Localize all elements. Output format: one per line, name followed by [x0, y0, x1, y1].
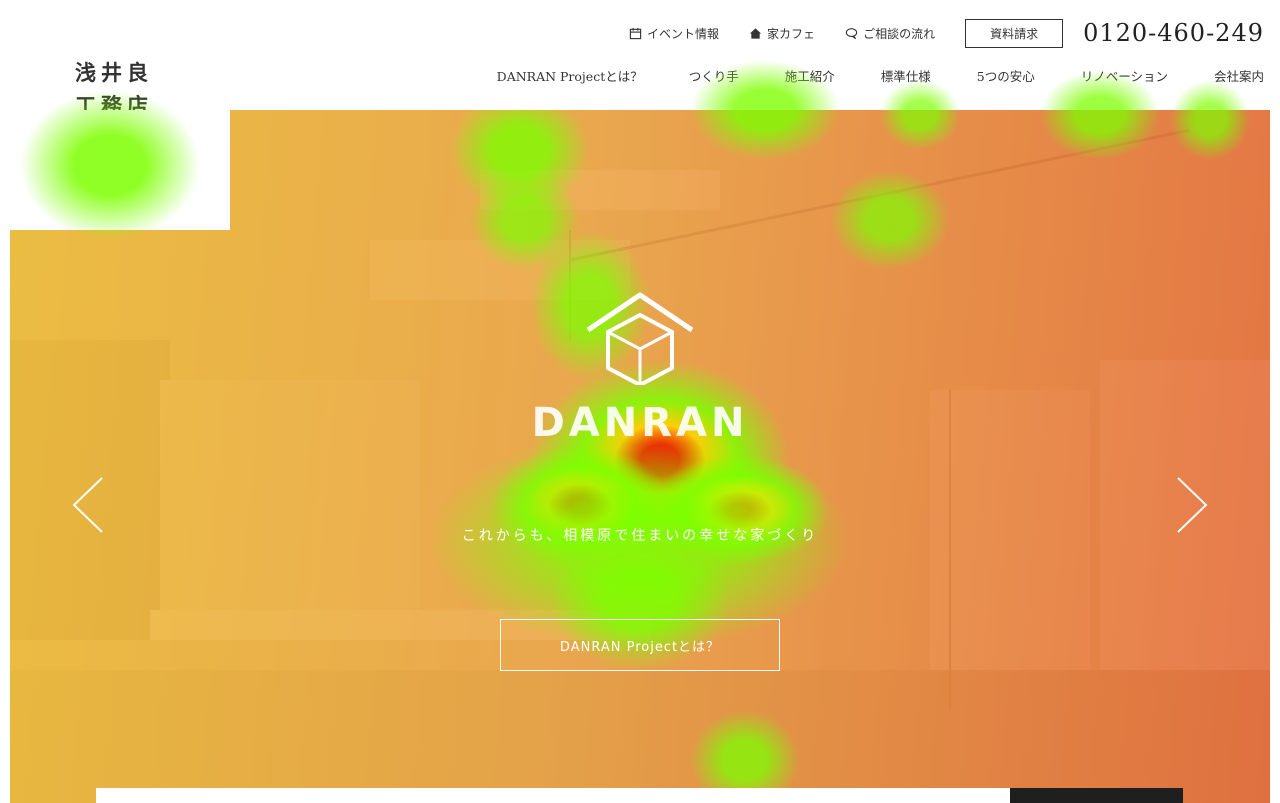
nav-item-danran-project[interactable]: DANRAN Projectとは？	[497, 66, 643, 85]
prev-slide-arrow-icon[interactable]	[70, 475, 110, 535]
next-slide-arrow-icon[interactable]	[1170, 475, 1210, 535]
document-request-button[interactable]: 資料請求	[965, 18, 1064, 48]
nav-item-company[interactable]: 会社案内	[1214, 66, 1264, 85]
nav-item-five-assurances[interactable]: 5つの安心	[977, 66, 1035, 85]
content-panel-dark-tab	[1010, 788, 1183, 803]
house-icon	[749, 27, 762, 39]
phone-number[interactable]: 0120-460-249	[1083, 19, 1264, 47]
nav-item-renovation[interactable]: リノベーション	[1081, 66, 1168, 85]
event-info-label: イベント情報	[647, 26, 720, 41]
calendar-icon	[629, 27, 642, 39]
chat-bubble-icon	[845, 27, 858, 39]
utility-bar: イベント情報 家カフェ ご相談の流れ 資料請求 0120-460-249	[629, 18, 1264, 48]
logo-line-1: 浅井良	[75, 60, 153, 85]
danran-house-logo-icon	[586, 292, 694, 385]
main-nav: DANRAN Projectとは？ つくり手 施工紹介 標準仕様 5つの安心 リ…	[497, 66, 1264, 85]
event-info-link[interactable]: イベント情報	[629, 25, 719, 42]
nav-item-builders[interactable]: つくり手	[689, 66, 739, 85]
house-cafe-label: 家カフェ	[767, 26, 816, 41]
hero-brand-title: DANRAN	[531, 400, 749, 446]
danran-project-cta-button[interactable]: DANRAN Projectとは？	[500, 619, 780, 671]
consultation-flow-label: ご相談の流れ	[863, 26, 936, 41]
logo-backdrop	[10, 110, 230, 230]
nav-item-works[interactable]: 施工紹介	[785, 66, 835, 85]
house-cafe-link[interactable]: 家カフェ	[749, 25, 815, 42]
nav-item-standard-spec[interactable]: 標準仕様	[881, 66, 931, 85]
hero-tagline: これからも、相模原で住まいの幸せな家づくり	[461, 528, 819, 544]
consultation-flow-link[interactable]: ご相談の流れ	[845, 25, 935, 42]
